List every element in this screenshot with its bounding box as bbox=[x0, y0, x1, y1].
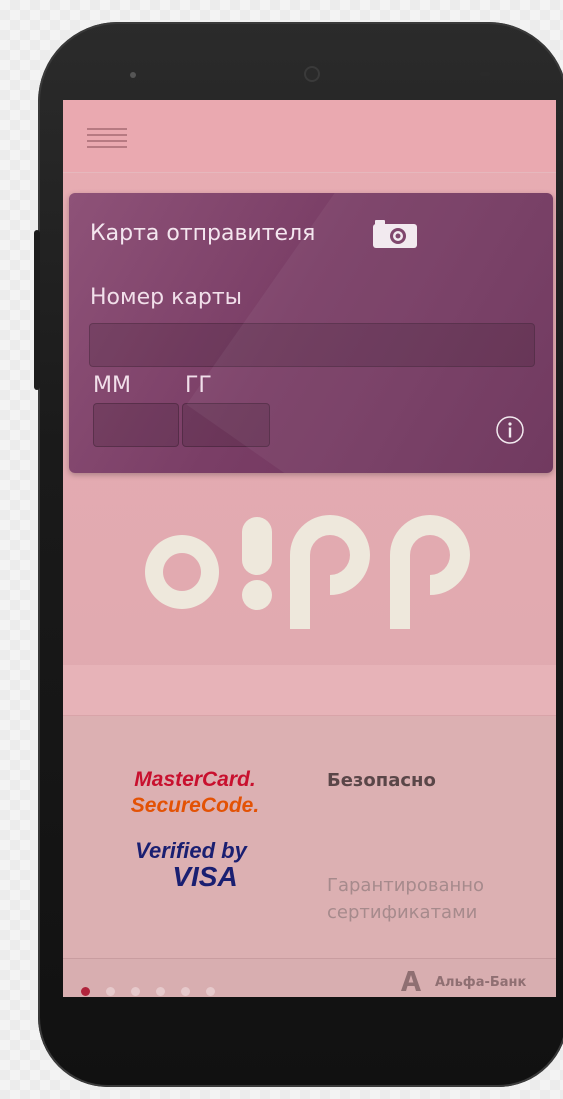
hamburger-menu-icon[interactable] bbox=[87, 128, 127, 150]
secure-title: Безопасно bbox=[327, 770, 436, 791]
page-dot[interactable] bbox=[106, 987, 115, 996]
verified-by-visa-logo: Verified by VISA bbox=[135, 838, 248, 892]
svg-text:Verified by: Verified by bbox=[135, 838, 248, 863]
brand-logo-area bbox=[63, 495, 556, 665]
card-number-label: Номер карты bbox=[90, 285, 243, 310]
camera-icon[interactable] bbox=[371, 219, 419, 249]
certified-text: Гарантированно сертификатами bbox=[327, 875, 485, 923]
page-dot[interactable] bbox=[206, 987, 215, 996]
month-input[interactable] bbox=[93, 403, 179, 447]
sender-card-form: Карта отправителя Номер карты ММ ГГ bbox=[69, 193, 553, 473]
alfa-bank-logo-icon bbox=[401, 971, 421, 991]
page-indicator bbox=[81, 981, 231, 996]
info-icon[interactable] bbox=[495, 415, 525, 445]
front-camera bbox=[304, 66, 320, 82]
oipp-logo bbox=[145, 515, 470, 629]
page-dot[interactable] bbox=[156, 987, 165, 996]
month-label: ММ bbox=[93, 373, 131, 398]
year-label: ГГ bbox=[185, 373, 212, 398]
phone-side-button bbox=[34, 230, 40, 390]
svg-text:SecureCode.: SecureCode. bbox=[131, 794, 259, 817]
top-bar bbox=[63, 100, 556, 173]
phone-sensor bbox=[480, 72, 490, 76]
mastercard-securecode-logo: MasterCard. SecureCode. bbox=[131, 768, 259, 817]
page-dot-active[interactable] bbox=[81, 987, 90, 996]
security-section: MasterCard. SecureCode. Verified by VISA… bbox=[63, 716, 556, 958]
bottom-bar: Альфа-Банк bbox=[63, 958, 556, 997]
card-number-input[interactable] bbox=[89, 323, 535, 367]
divider-band bbox=[63, 665, 556, 716]
page-dot[interactable] bbox=[131, 987, 140, 996]
card-title: Карта отправителя bbox=[90, 221, 316, 246]
bank-name: Альфа-Банк bbox=[435, 975, 527, 990]
year-input[interactable] bbox=[182, 403, 270, 447]
svg-text:MasterCard.: MasterCard. bbox=[134, 768, 255, 791]
phone-sensor-dot bbox=[130, 72, 136, 78]
svg-text:VISA: VISA bbox=[172, 861, 237, 892]
page-dot[interactable] bbox=[181, 987, 190, 996]
app-screen: Карта отправителя Номер карты ММ ГГ Mast… bbox=[63, 100, 556, 997]
